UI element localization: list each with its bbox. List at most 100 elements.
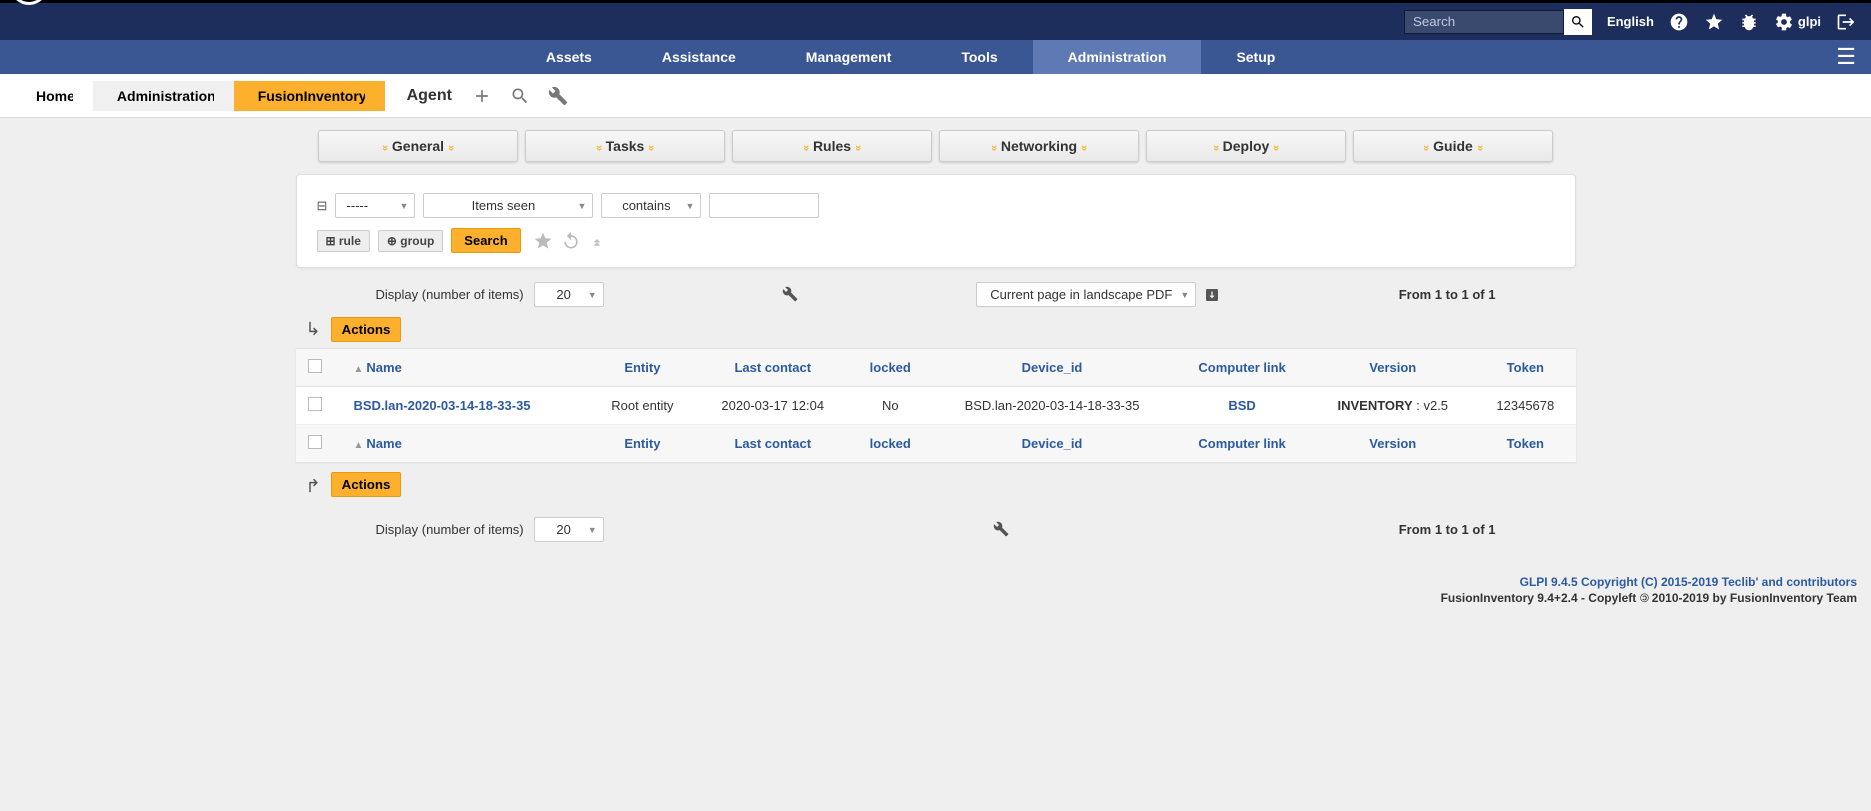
select-all-down-icon[interactable]: ↳ <box>306 319 321 340</box>
col-token[interactable]: Token <box>1475 349 1575 387</box>
export-go-icon[interactable] <box>1204 286 1220 303</box>
nav-management[interactable]: Management <box>771 40 927 74</box>
columns-config-icon[interactable] <box>782 286 798 304</box>
search-input[interactable] <box>1404 10 1564 34</box>
col-version-foot[interactable]: Version <box>1310 425 1475 463</box>
row-checkbox[interactable] <box>308 397 322 411</box>
search-panel: ⊟ -----▼ Items seen▼ contains▼ ⊞ rule ⊕ … <box>296 174 1576 268</box>
col-computer-link-foot[interactable]: Computer link <box>1174 425 1310 463</box>
breadcrumb-administration[interactable]: Administration <box>93 81 234 111</box>
add-icon[interactable] <box>472 85 492 106</box>
cell-device-id: BSD.lan-2020-03-14-18-33-35 <box>930 387 1174 425</box>
display-count-label-bottom: Display (number of items) <box>376 522 524 537</box>
tab-networking[interactable]: »Networking» <box>939 130 1139 162</box>
collapse-icon[interactable]: ⊟ <box>317 198 328 214</box>
chevron-down-icon: » <box>852 145 864 151</box>
select-field[interactable]: Items seen▼ <box>423 193 593 218</box>
col-device-id-foot[interactable]: Device_id <box>930 425 1174 463</box>
footer-glpi-copyright[interactable]: GLPI 9.4.5 Copyright (C) 2015-2019 Tecli… <box>14 575 1857 589</box>
col-entity-foot[interactable]: Entity <box>590 425 696 463</box>
chevron-down-icon: » <box>379 145 391 151</box>
tab-rules[interactable]: »Rules» <box>732 130 932 162</box>
main-nav: AssetsAssistanceManagementToolsAdministr… <box>0 40 1871 74</box>
search-icon <box>1570 14 1586 30</box>
select-export[interactable]: Current page in landscape PDF▼ <box>976 282 1196 307</box>
tab-general[interactable]: »General» <box>318 130 518 162</box>
help-icon[interactable] <box>1669 11 1689 32</box>
chevron-down-icon: » <box>1420 145 1432 151</box>
chevron-down-icon: » <box>1474 145 1486 151</box>
breadcrumb: Home Administration FusionInventory Agen… <box>0 74 1871 118</box>
chevron-down-icon: » <box>593 145 605 151</box>
bug-icon[interactable] <box>1739 11 1759 32</box>
bulk-actions-top: ↳ Actions <box>296 317 1576 348</box>
reset-icon[interactable] <box>561 230 581 251</box>
select-display-count[interactable]: 20▼ <box>534 282 604 307</box>
col-version[interactable]: Version <box>1310 349 1475 387</box>
tab-deploy[interactable]: »Deploy» <box>1146 130 1346 162</box>
chevron-down-icon: » <box>445 145 457 151</box>
tab-guide[interactable]: »Guide» <box>1353 130 1553 162</box>
search-go-button[interactable]: Search <box>451 228 520 253</box>
cell-token: 12345678 <box>1475 387 1575 425</box>
col-computer-link[interactable]: Computer link <box>1174 349 1310 387</box>
col-locked-foot[interactable]: locked <box>850 425 930 463</box>
footer-fi-copyright: FusionInventory 9.4+2.4 - Copyleft © 201… <box>14 591 1857 605</box>
user-menu[interactable]: glpi <box>1774 12 1821 32</box>
col-name-foot[interactable]: ▲Name <box>334 425 590 463</box>
search-page-icon[interactable] <box>510 85 530 106</box>
select-all-up-icon[interactable]: ↳ <box>306 474 321 495</box>
agent-name-link[interactable]: BSD.lan-2020-03-14-18-33-35 <box>354 398 531 413</box>
select-operator[interactable]: contains▼ <box>601 193 701 218</box>
pager-info-bottom: From 1 to 1 of 1 <box>1399 522 1496 537</box>
list-controls-bottom: Display (number of items) 20▼ From 1 to … <box>296 503 1576 552</box>
nav-assets[interactable]: Assets <box>511 40 627 74</box>
nav-administration[interactable]: Administration <box>1033 40 1202 74</box>
col-name[interactable]: ▲Name <box>334 349 590 387</box>
cell-version: INVENTORY : v2.5 <box>1310 387 1475 425</box>
bulk-actions-bottom: ↳ Actions <box>296 472 1576 503</box>
global-search <box>1404 9 1592 35</box>
display-count-label: Display (number of items) <box>376 287 524 302</box>
chevron-down-icon: » <box>645 145 657 151</box>
app-logo: LPI <box>10 0 93 5</box>
chevron-down-icon: » <box>988 145 1000 151</box>
collapse-up-icon[interactable] <box>589 230 605 251</box>
actions-button-bottom[interactable]: Actions <box>331 472 402 497</box>
breadcrumb-fusioninventory[interactable]: FusionInventory <box>234 81 385 111</box>
columns-config-icon-bottom[interactable] <box>993 521 1009 539</box>
logout-icon[interactable] <box>1836 11 1856 32</box>
chevron-down-icon: » <box>1210 145 1222 151</box>
col-entity[interactable]: Entity <box>590 349 696 387</box>
add-rule-button[interactable]: ⊞ rule <box>317 230 370 252</box>
module-tabs: »General»»Tasks»»Rules»»Networking»»Depl… <box>0 118 1871 174</box>
bookmark-star-icon[interactable] <box>533 230 553 251</box>
select-display-count-bottom[interactable]: 20▼ <box>534 517 604 542</box>
col-token-foot[interactable]: Token <box>1475 425 1575 463</box>
breadcrumb-home[interactable]: Home <box>12 81 93 111</box>
nav-tools[interactable]: Tools <box>926 40 1032 74</box>
col-device-id[interactable]: Device_id <box>930 349 1174 387</box>
col-locked[interactable]: locked <box>850 349 930 387</box>
wrench-icon[interactable] <box>548 85 568 106</box>
tab-tasks[interactable]: »Tasks» <box>525 130 725 162</box>
add-group-button[interactable]: ⊕ group <box>378 230 443 252</box>
page-footer: GLPI 9.4.5 Copyright (C) 2015-2019 Tecli… <box>0 567 1871 617</box>
search-button[interactable] <box>1564 9 1592 35</box>
col-last-contact-foot[interactable]: Last contact <box>695 425 850 463</box>
actions-button-top[interactable]: Actions <box>331 317 402 342</box>
language-link[interactable]: English <box>1607 14 1654 29</box>
checkbox-all-bottom[interactable] <box>308 435 322 449</box>
agents-table: ▲Name Entity Last contact locked Device_… <box>296 348 1576 462</box>
chevron-down-icon: » <box>1078 145 1090 151</box>
computer-link[interactable]: BSD <box>1228 398 1255 413</box>
nav-setup[interactable]: Setup <box>1201 40 1310 74</box>
checkbox-all-top[interactable] <box>308 359 322 373</box>
col-last-contact[interactable]: Last contact <box>695 349 850 387</box>
star-icon[interactable] <box>1704 11 1724 32</box>
search-value-input[interactable] <box>709 193 819 218</box>
hamburger-icon[interactable]: ☰ <box>1821 44 1871 70</box>
select-logic[interactable]: -----▼ <box>335 193 415 218</box>
chevron-down-icon: » <box>1270 145 1282 151</box>
nav-assistance[interactable]: Assistance <box>627 40 771 74</box>
